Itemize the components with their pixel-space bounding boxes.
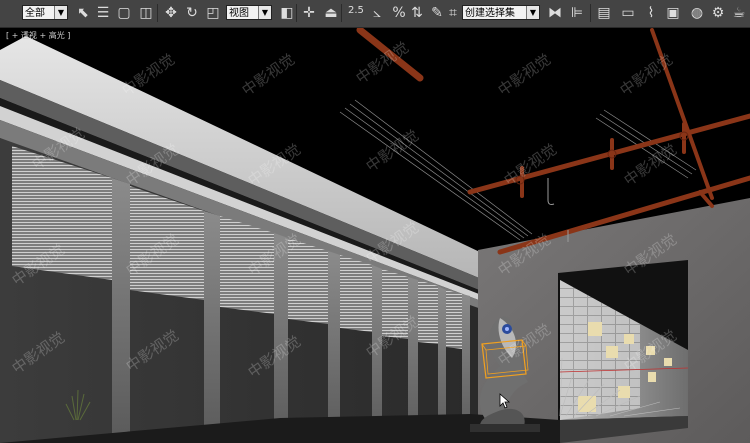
rect-select-icon[interactable]: ▢ (115, 4, 133, 22)
material-editor-icon[interactable]: ◍ (688, 4, 706, 22)
select-by-name-icon[interactable]: ☰ (94, 4, 112, 22)
rotate-icon[interactable]: ↻ (183, 4, 201, 22)
reference-coordinate-value: 视图 (229, 8, 249, 19)
shutter-window-5 (340, 255, 372, 332)
mirror-icon[interactable]: ⧓ (546, 4, 564, 22)
perspective-viewport[interactable]: 中影视觉 中影视觉 中影视觉 中影视觉 中影视觉 中影视觉 中影视觉 中影视觉 … (0, 28, 750, 443)
shutter-window-8 (446, 290, 462, 349)
wall-pier-1 (112, 178, 130, 443)
chevron-down-icon: ▼ (526, 6, 539, 19)
shutter-window-7 (418, 280, 438, 344)
spinner-snap-icon[interactable]: ⇅ (408, 4, 426, 22)
keyboard-shortcut-icon[interactable]: ⏏ (322, 4, 340, 22)
wall-light-panel (624, 334, 634, 344)
wall-light-panel (588, 322, 602, 336)
wall-pier-2 (204, 211, 220, 443)
wall-light-panel (606, 346, 618, 358)
named-selection-dropdown[interactable]: 创建选择集 ▼ (462, 5, 540, 20)
wall-light-panel (664, 358, 672, 366)
move-icon[interactable]: ✥ (162, 4, 180, 22)
align-icon[interactable]: ⊫ (568, 4, 586, 22)
angle-snap-icon[interactable]: ⦣ (368, 4, 386, 22)
mouse-cursor-icon (499, 393, 511, 409)
graphite-tools-icon[interactable]: ▭ (619, 4, 637, 22)
reference-coordinate-dropdown[interactable]: 视图 ▼ (226, 5, 272, 20)
manipulate-icon[interactable]: ✛ (300, 4, 318, 22)
schematic-view-icon[interactable]: ▣ (664, 4, 682, 22)
layer-manager-icon[interactable]: ▤ (595, 4, 613, 22)
snap-toggle-label[interactable]: 2.5 (348, 5, 364, 16)
render-icon[interactable]: ☕ (730, 4, 748, 22)
viewport-label[interactable]: [ + 透视 + 高光 ] (6, 30, 70, 41)
max-window: 全部 ▼ ⬉ ☰ ▢ ◫ ✥ ↻ ◰ 视图 ▼ ◧ ✛ ⏏ 2.5 ⦣ % ⇅ … (0, 0, 750, 443)
wall-pier-4 (328, 251, 340, 443)
named-selection-icon[interactable]: ⌗ (444, 4, 462, 22)
curve-editor-icon[interactable]: ⌇ (642, 4, 660, 22)
scale-icon[interactable]: ◰ (204, 4, 222, 22)
select-icon[interactable]: ⬉ (74, 4, 92, 22)
render-setup-icon[interactable]: ⚙ (709, 4, 727, 22)
wall-light-panel (648, 372, 656, 382)
percent-snap-icon[interactable]: % (390, 4, 408, 22)
selection-filter-value: 全部 (25, 8, 45, 19)
selection-filter-dropdown[interactable]: 全部 ▼ (22, 5, 68, 20)
pivot-icon[interactable]: ◧ (278, 4, 296, 22)
chevron-down-icon: ▼ (54, 6, 67, 19)
named-selection-value: 创建选择集 (465, 8, 515, 19)
main-toolbar: 全部 ▼ ⬉ ☰ ▢ ◫ ✥ ↻ ◰ 视图 ▼ ◧ ✛ ⏏ 2.5 ⦣ % ⇅ … (0, 0, 750, 28)
wall-light-panel (618, 386, 630, 398)
window-crossing-icon[interactable]: ◫ (137, 4, 155, 22)
chevron-down-icon: ▼ (258, 6, 271, 19)
